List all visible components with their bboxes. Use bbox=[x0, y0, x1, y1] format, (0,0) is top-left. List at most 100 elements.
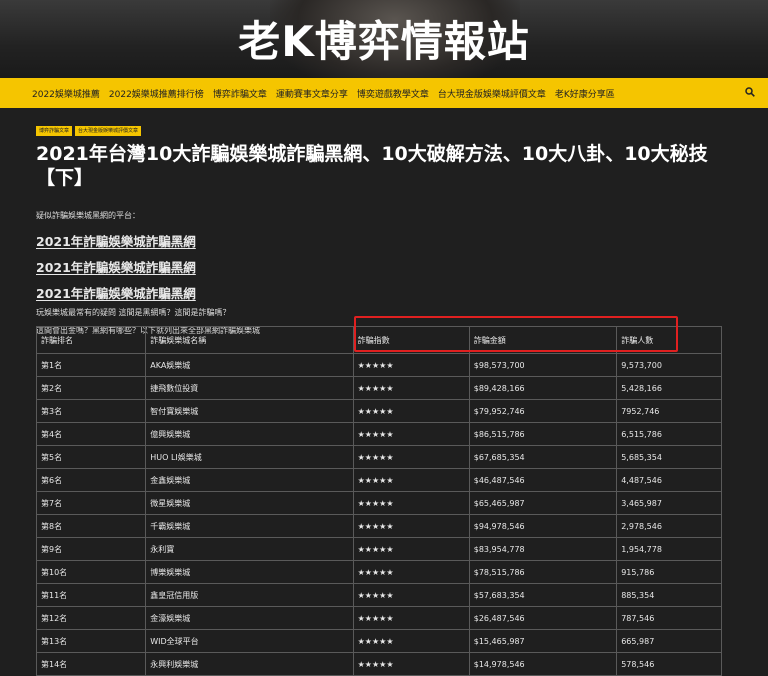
intro-text: 疑似詐騙娛樂城黑網的平台： bbox=[36, 211, 140, 220]
column-header-casino-name: 詐騙娛樂城名稱 bbox=[145, 326, 354, 354]
cell-rank: 第14名 bbox=[35, 652, 147, 676]
cell-scam-index: ★★★★★ bbox=[352, 353, 470, 377]
tag-cash-casino-reviews[interactable]: 台大現金版娛樂城評價文章 bbox=[75, 126, 142, 136]
nav-item-scam-articles[interactable]: 博弈詐騙文章 bbox=[213, 87, 267, 100]
cell-victim-count: 787,546 bbox=[616, 606, 722, 630]
table-row: 第3名 智付寶娛樂城 ★★★★★ $79,952,746 7952,746 bbox=[35, 399, 722, 423]
cell-scam-index: ★★★★★ bbox=[352, 376, 470, 400]
cell-rank: 第5名 bbox=[35, 445, 147, 469]
cell-scam-index: ★★★★★ bbox=[352, 491, 470, 515]
cell-scam-amount: $14,978,546 bbox=[468, 652, 618, 676]
nav-item-2022-casino-ranking[interactable]: 2022娛樂城推薦排行榜 bbox=[109, 87, 204, 100]
cell-rank: 第13名 bbox=[35, 629, 147, 653]
cell-casino-name: 博樂娛樂城 bbox=[145, 560, 354, 584]
cell-victim-count: 2,978,546 bbox=[616, 514, 722, 538]
table-row: 第11名 鑫皇冠信用版 ★★★★★ $57,683,354 885,354 bbox=[35, 583, 722, 607]
cell-scam-amount: $83,954,778 bbox=[468, 537, 618, 561]
cell-victim-count: 5,428,166 bbox=[616, 376, 722, 400]
column-header-rank: 詐騙排名 bbox=[35, 326, 147, 354]
scam-list-link-2[interactable]: 2021年詐騙娛樂城詐騙黑網 bbox=[36, 257, 196, 276]
post-content: 博弈詐騙文章 台大現金版娛樂城評價文章 2021年台灣10大詐騙娛樂城詐騙黑網、… bbox=[36, 126, 750, 336]
cell-victim-count: 1,954,778 bbox=[616, 537, 722, 561]
search-icon[interactable] bbox=[745, 87, 755, 97]
cell-victim-count: 4,487,546 bbox=[616, 468, 722, 492]
cell-rank: 第7名 bbox=[35, 491, 147, 515]
nav-item-game-tutorials[interactable]: 博奕遊戲教學文章 bbox=[357, 87, 429, 100]
cell-victim-count: 578,546 bbox=[616, 652, 722, 676]
cell-scam-amount: $94,978,546 bbox=[468, 514, 618, 538]
table-row: 第2名 捷飛數位投資 ★★★★★ $89,428,166 5,428,166 bbox=[35, 376, 722, 400]
cell-scam-index: ★★★★★ bbox=[352, 514, 470, 538]
table-row: 第7名 微星娛樂城 ★★★★★ $65,465,987 3,465,987 bbox=[35, 491, 722, 515]
cell-scam-index: ★★★★★ bbox=[352, 445, 470, 469]
cell-victim-count: 885,354 bbox=[616, 583, 722, 607]
cell-casino-name: HUO LI娛樂城 bbox=[145, 445, 354, 469]
table-row: 第10名 博樂娛樂城 ★★★★★ $78,515,786 915,786 bbox=[35, 560, 722, 584]
cell-rank: 第11名 bbox=[35, 583, 147, 607]
cell-scam-index: ★★★★★ bbox=[352, 560, 470, 584]
cell-rank: 第10名 bbox=[35, 560, 147, 584]
nav-item-cash-casino-reviews[interactable]: 台大現金版娛樂城評價文章 bbox=[438, 87, 546, 100]
tag-scam-articles[interactable]: 博弈詐騙文章 bbox=[36, 126, 73, 136]
table-row: 第13名 WID全球平台 ★★★★★ $15,465,987 665,987 bbox=[35, 629, 722, 653]
cell-victim-count: 9,573,700 bbox=[616, 353, 722, 377]
cell-scam-amount: $67,685,354 bbox=[468, 445, 618, 469]
table-row: 第14名 永興利娛樂城 ★★★★★ $14,978,546 578,546 bbox=[35, 652, 722, 676]
cell-scam-index: ★★★★★ bbox=[352, 399, 470, 423]
cell-rank: 第3名 bbox=[35, 399, 147, 423]
cell-scam-index: ★★★★★ bbox=[352, 629, 470, 653]
cell-casino-name: AKA娛樂城 bbox=[145, 353, 354, 377]
table-row: 第12名 金濠娛樂城 ★★★★★ $26,487,546 787,546 bbox=[35, 606, 722, 630]
site-title[interactable]: 老K博弈情報站 bbox=[0, 8, 768, 69]
nav-item-promotions[interactable]: 老K好康分享區 bbox=[555, 87, 615, 100]
cell-scam-index: ★★★★★ bbox=[352, 468, 470, 492]
scam-casino-table: 詐騙排名 詐騙娛樂城名稱 詐騙指數 詐騙金額 詐騙人數 第1名 AKA娛樂城 ★★★… bbox=[35, 326, 722, 676]
cell-rank: 第12名 bbox=[35, 606, 147, 630]
cell-rank: 第4名 bbox=[35, 422, 147, 446]
cell-victim-count: 915,786 bbox=[616, 560, 722, 584]
cell-casino-name: 鑫皇冠信用版 bbox=[145, 583, 354, 607]
cell-scam-index: ★★★★★ bbox=[352, 422, 470, 446]
scam-list-link-3[interactable]: 2021年詐騙娛樂城詐騙黑網 bbox=[36, 283, 196, 302]
table-row: 第5名 HUO LI娛樂城 ★★★★★ $67,685,354 5,685,354 bbox=[35, 445, 722, 469]
table-row: 第8名 千霸娛樂城 ★★★★★ $94,978,546 2,978,546 bbox=[35, 514, 722, 538]
cell-rank: 第9名 bbox=[35, 537, 147, 561]
cell-victim-count: 665,987 bbox=[616, 629, 722, 653]
cell-rank: 第1名 bbox=[35, 353, 147, 377]
cell-rank: 第6名 bbox=[35, 468, 147, 492]
cell-scam-index: ★★★★★ bbox=[352, 606, 470, 630]
main-navigation: 2022娛樂城推薦 2022娛樂城推薦排行榜 博弈詐騙文章 運動賽事文章分享 博… bbox=[0, 78, 768, 108]
cell-casino-name: 捷飛數位投資 bbox=[145, 376, 354, 400]
table-row: 第4名 億興娛樂城 ★★★★★ $86,515,786 6,515,786 bbox=[35, 422, 722, 446]
cell-scam-amount: $86,515,786 bbox=[468, 422, 618, 446]
cell-scam-amount: $26,487,546 bbox=[468, 606, 618, 630]
cell-victim-count: 7952,746 bbox=[616, 399, 722, 423]
table-body: 第1名 AKA娛樂城 ★★★★★ $98,573,700 9,573,700 第2名 捷飛數… bbox=[35, 353, 722, 676]
cell-scam-amount: $79,952,746 bbox=[468, 399, 618, 423]
post-title: 2021年台灣10大詐騙娛樂城詐騙黑網、10大破解方法、10大八卦、10大秘技【… bbox=[36, 143, 708, 189]
nav-item-sports-articles[interactable]: 運動賽事文章分享 bbox=[276, 87, 348, 100]
table-row: 第6名 金鑫娛樂城 ★★★★★ $46,487,546 4,487,546 bbox=[35, 468, 722, 492]
scam-list-link-1[interactable]: 2021年詐騙娛樂城詐騙黑網 bbox=[36, 231, 196, 250]
cell-victim-count: 5,685,354 bbox=[616, 445, 722, 469]
cell-casino-name: 微星娛樂城 bbox=[145, 491, 354, 515]
table-row: 第9名 永利寶 ★★★★★ $83,954,778 1,954,778 bbox=[35, 537, 722, 561]
site-banner: 老K博弈情報站 bbox=[0, 0, 768, 78]
cell-scam-index: ★★★★★ bbox=[352, 537, 470, 561]
cell-scam-amount: $46,487,546 bbox=[468, 468, 618, 492]
cell-scam-amount: $65,465,987 bbox=[468, 491, 618, 515]
cell-casino-name: 金鑫娛樂城 bbox=[145, 468, 354, 492]
cell-casino-name: 永利寶 bbox=[145, 537, 354, 561]
post-tags: 博弈詐騙文章 台大現金版娛樂城評價文章 bbox=[36, 126, 750, 136]
cell-casino-name: 億興娛樂城 bbox=[145, 422, 354, 446]
nav-item-2022-casino-recommend[interactable]: 2022娛樂城推薦 bbox=[32, 87, 100, 100]
cell-casino-name: 智付寶娛樂城 bbox=[145, 399, 354, 423]
cell-scam-amount: $15,465,987 bbox=[468, 629, 618, 653]
cell-scam-index: ★★★★★ bbox=[352, 583, 470, 607]
cell-casino-name: 金濠娛樂城 bbox=[145, 606, 354, 630]
cell-scam-amount: $98,573,700 bbox=[468, 353, 618, 377]
cell-scam-amount: $78,515,786 bbox=[468, 560, 618, 584]
cell-casino-name: 千霸娛樂城 bbox=[145, 514, 354, 538]
table-row: 第1名 AKA娛樂城 ★★★★★ $98,573,700 9,573,700 bbox=[35, 353, 722, 377]
cell-scam-amount: $89,428,166 bbox=[468, 376, 618, 400]
